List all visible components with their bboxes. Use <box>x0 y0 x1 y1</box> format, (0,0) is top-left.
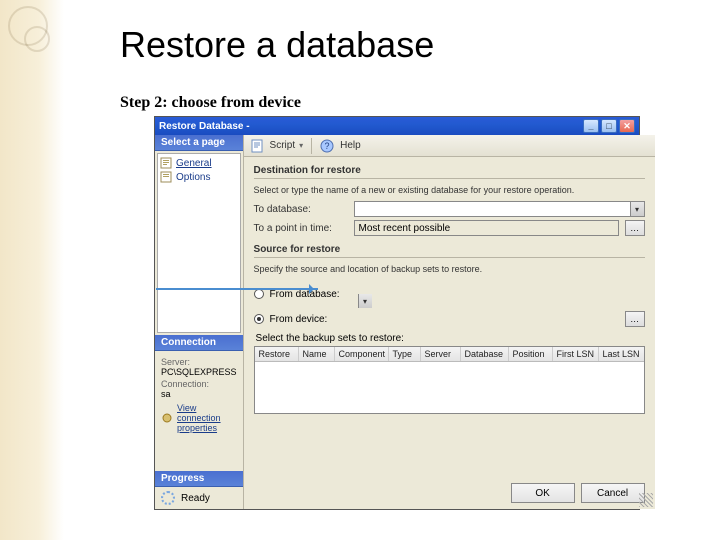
to-database-label: To database: <box>254 204 348 215</box>
col-type[interactable]: Type <box>389 347 421 361</box>
from-database-input <box>358 280 498 294</box>
col-first-lsn[interactable]: First LSN <box>553 347 599 361</box>
main-panel: Script ▾ ? Help Destination for restore … <box>244 135 655 509</box>
resize-grip[interactable] <box>639 493 653 507</box>
separator <box>311 138 312 154</box>
cancel-button[interactable]: Cancel <box>581 483 645 503</box>
page-options[interactable]: Options <box>160 170 238 184</box>
col-server[interactable]: Server <box>421 347 461 361</box>
source-section-title: Source for restore <box>254 244 645 255</box>
rule <box>254 178 645 179</box>
to-database-input[interactable] <box>355 202 630 216</box>
server-label: Server: <box>161 357 237 367</box>
col-position[interactable]: Position <box>509 347 553 361</box>
script-icon <box>250 139 264 153</box>
rule <box>254 257 645 258</box>
arrow-annotation <box>156 288 318 290</box>
ok-button[interactable]: OK <box>511 483 575 503</box>
connection-icon <box>161 411 173 425</box>
page-label: General <box>176 158 212 169</box>
maximize-button[interactable]: □ <box>601 119 617 133</box>
connection-header: Connection <box>155 335 243 351</box>
connection-value: sa <box>161 389 237 399</box>
to-point-label: To a point in time: <box>254 223 348 234</box>
view-connection-properties[interactable]: View connection properties <box>161 403 237 433</box>
from-database-radio[interactable] <box>254 289 264 299</box>
connection-info: Server: PC\SQLEXPRESS Connection: sa Vie… <box>155 351 243 471</box>
slide-title: Restore a database <box>120 24 434 66</box>
spinner-icon <box>161 491 175 505</box>
progress-label: Ready <box>181 493 210 504</box>
window-title: Restore Database - <box>159 121 583 132</box>
select-page-header: Select a page <box>155 135 243 151</box>
page-general[interactable]: General <box>160 156 238 170</box>
destination-description: Select or type the name of a new or exis… <box>254 185 645 195</box>
connection-label: Connection: <box>161 379 237 389</box>
col-component[interactable]: Component <box>335 347 389 361</box>
from-device-radio[interactable] <box>254 314 264 324</box>
content-area: Destination for restore Select or type t… <box>244 157 655 509</box>
pages-list: General Options <box>157 153 241 333</box>
col-database[interactable]: Database <box>461 347 509 361</box>
backup-sets-grid[interactable]: Restore Name Component Type Server Datab… <box>254 346 645 414</box>
progress-header: Progress <box>155 471 243 487</box>
close-button[interactable]: ✕ <box>619 119 635 133</box>
chevron-down-icon[interactable]: ▾ <box>358 294 372 308</box>
page-icon <box>160 171 172 183</box>
server-value: PC\SQLEXPRESS <box>161 367 237 377</box>
minimize-button[interactable]: _ <box>583 119 599 133</box>
source-description: Specify the source and location of backu… <box>254 264 645 274</box>
from-device-browse-button[interactable]: … <box>625 311 645 327</box>
left-panel: Select a page General Options Connection <box>155 135 244 509</box>
col-name[interactable]: Name <box>299 347 335 361</box>
step-caption: Step 2: choose from device <box>120 94 301 112</box>
help-icon: ? <box>320 139 334 153</box>
help-button[interactable]: Help <box>340 140 361 151</box>
col-last-lsn[interactable]: Last LSN <box>599 347 644 361</box>
to-point-value <box>355 221 618 235</box>
script-button[interactable]: Script <box>270 140 296 151</box>
toolbar: Script ▾ ? Help <box>244 135 655 157</box>
titlebar[interactable]: Restore Database - _ □ ✕ <box>155 117 639 135</box>
page-icon <box>160 157 172 169</box>
from-database-combo[interactable]: ▾ <box>358 280 645 308</box>
view-props-label: View connection properties <box>177 403 237 433</box>
destination-section-title: Destination for restore <box>254 165 645 176</box>
svg-text:?: ? <box>325 141 330 151</box>
to-point-field[interactable] <box>354 220 619 236</box>
to-point-browse-button[interactable]: … <box>625 220 645 236</box>
restore-database-dialog: Restore Database - _ □ ✕ Select a page G… <box>154 116 640 510</box>
progress-state: Ready <box>155 487 243 509</box>
col-restore[interactable]: Restore <box>255 347 299 361</box>
grid-header: Restore Name Component Type Server Datab… <box>255 347 644 362</box>
to-database-combo[interactable]: ▾ <box>354 201 645 217</box>
from-device-label: From device: <box>270 314 352 325</box>
chevron-down-icon[interactable]: ▾ <box>630 202 644 216</box>
page-label: Options <box>176 172 210 183</box>
chevron-down-icon[interactable]: ▾ <box>299 141 303 150</box>
backup-sets-label: Select the backup sets to restore: <box>256 333 645 344</box>
decorative-strip <box>0 0 64 540</box>
